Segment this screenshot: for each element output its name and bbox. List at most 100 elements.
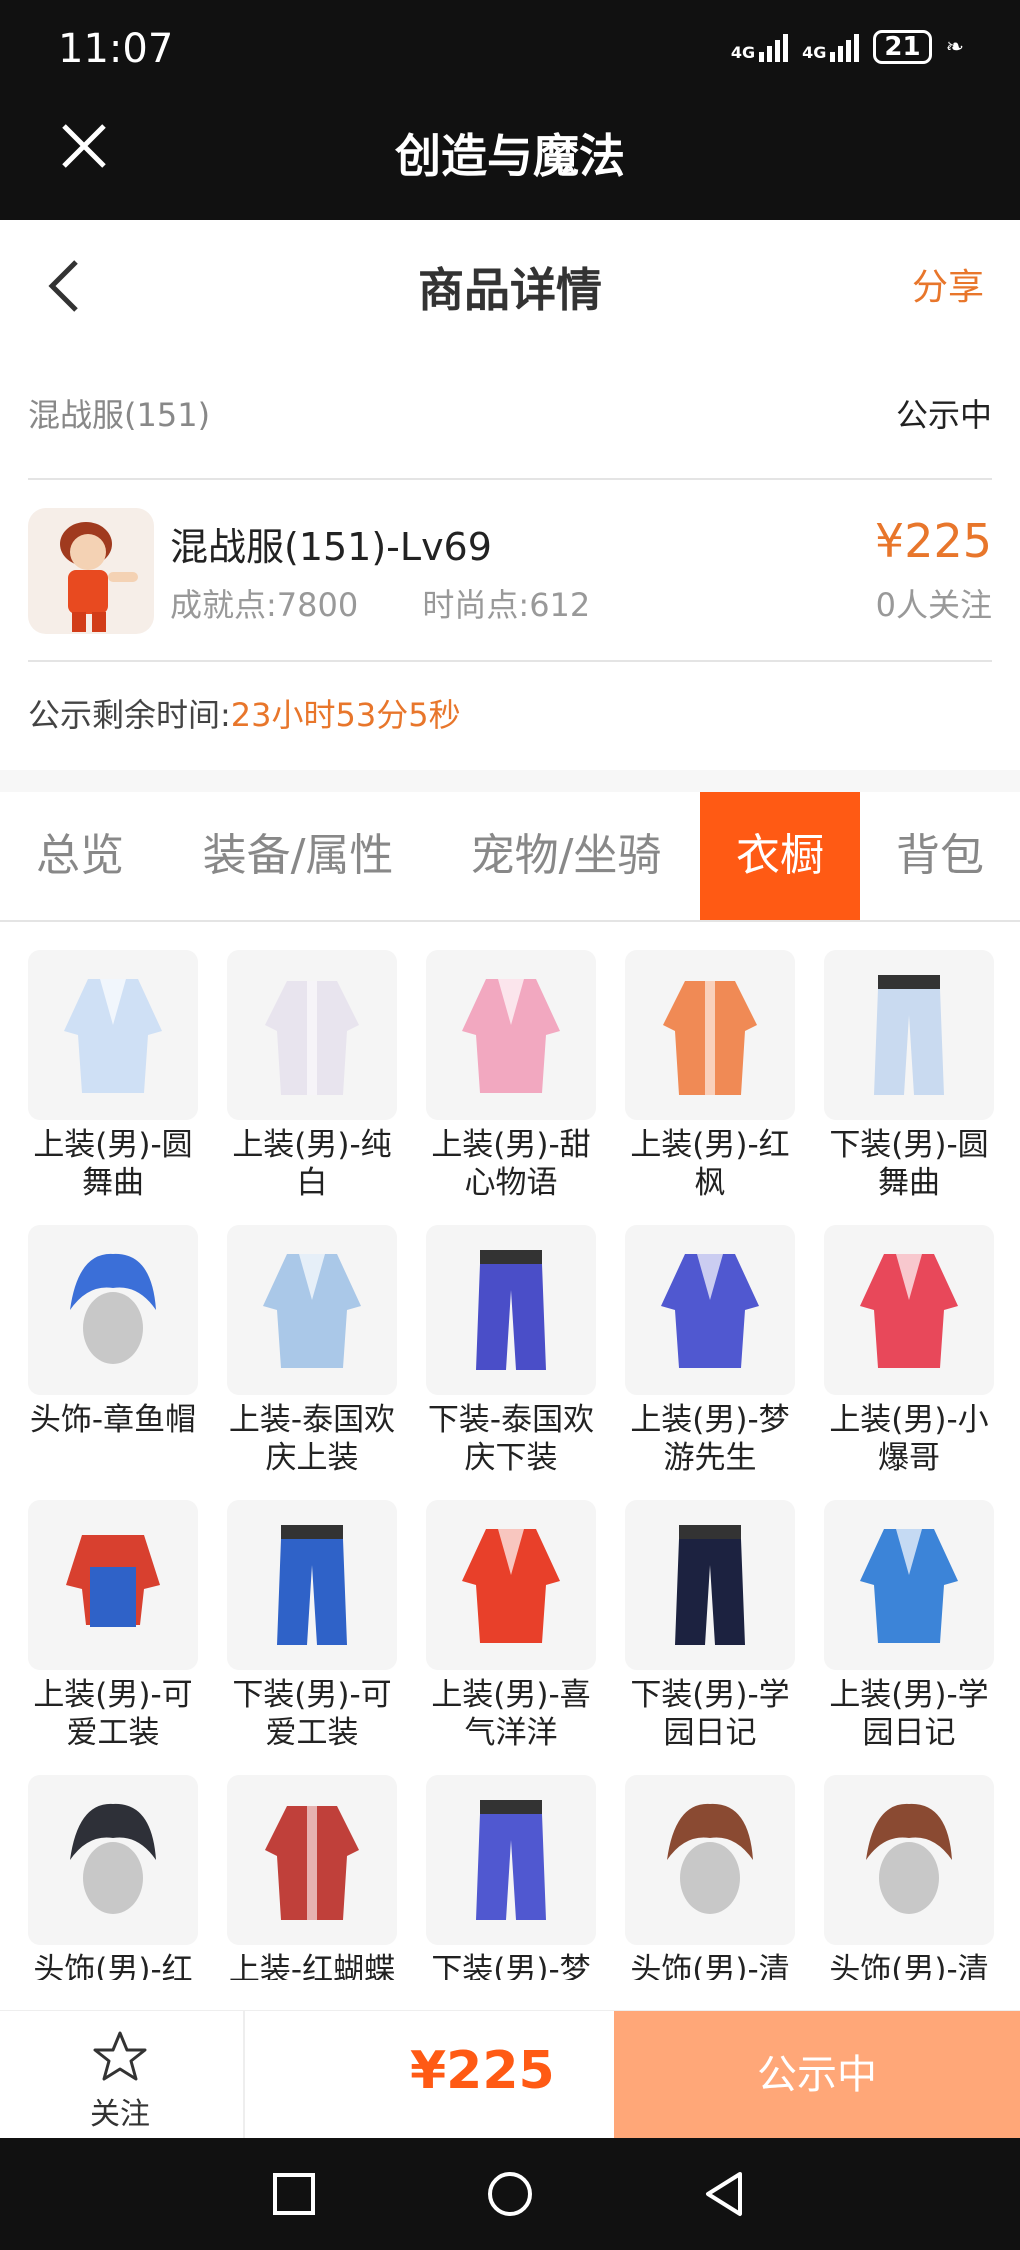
countdown-value: 23小时53分5秒 xyxy=(230,696,461,734)
hat-icon xyxy=(28,1225,198,1395)
character-avatar xyxy=(28,508,154,634)
countdown-label: 公示剩余时间: xyxy=(28,696,231,734)
jacket-icon xyxy=(227,1225,397,1395)
item-points: 成就点:7800 时尚点:612 xyxy=(170,580,644,626)
wardrobe-item-label: 下装(男)-梦游先生 xyxy=(431,1952,591,1980)
tab-overview[interactable]: 总览 xyxy=(20,792,140,920)
wardrobe-item-label: 头饰(男)-清新短发 xyxy=(829,1952,989,1980)
page-header: 商品详情 分享 xyxy=(0,220,1020,350)
coat-icon xyxy=(227,950,397,1120)
hair-icon xyxy=(824,1775,994,1945)
pants-icon xyxy=(625,1500,795,1670)
follow-button[interactable]: 关注 xyxy=(60,2029,180,2133)
wardrobe-item[interactable]: 上装(男)-甜心物语 xyxy=(426,950,596,1202)
wardrobe-item[interactable]: 上装(男)-红枫 xyxy=(625,950,795,1202)
wardrobe-item-label: 上装(男)-红枫 xyxy=(630,1127,790,1201)
wardrobe-item[interactable]: 上装(男)-梦游先生 xyxy=(625,1225,795,1477)
wardrobe-item[interactable]: 上装(男)-学园日记 xyxy=(824,1500,994,1752)
page-title: 商品详情 xyxy=(418,263,602,317)
tab-pets-mounts[interactable]: 宠物/坐骑 xyxy=(456,792,676,920)
wardrobe-item-label: 头饰(男)-清新短发 xyxy=(630,1952,790,1980)
wardrobe-item-label: 上装(男)-可爱工装 xyxy=(33,1677,193,1751)
wardrobe-item-label: 上装(男)-甜心物语 xyxy=(431,1127,591,1201)
wardrobe-item-label: 下装-泰国欢庆下装 xyxy=(427,1402,595,1476)
server-row: 混战服(151) 公示中 xyxy=(28,360,992,480)
achievement-points: 成就点:7800 xyxy=(170,586,359,624)
wardrobe-item-label: 上装(男)-圆舞曲 xyxy=(33,1127,193,1201)
wardrobe-item[interactable]: 上装(男)-可爱工装 xyxy=(28,1500,198,1752)
wardrobe-item-label: 上装-红蝴蝶衣 xyxy=(228,1952,396,1980)
listing-status: 公示中 xyxy=(895,396,992,434)
wardrobe-item[interactable]: 头饰(男)-清新短发 xyxy=(824,1775,994,1980)
pants-icon xyxy=(426,1775,596,1945)
hair-icon xyxy=(625,1775,795,1945)
wardrobe-item-label: 下装(男)-学园日记 xyxy=(630,1677,790,1751)
wardrobe-item[interactable]: 下装(男)-梦游先生 xyxy=(426,1775,596,1980)
status-button[interactable]: 公示中 xyxy=(614,2011,1020,2139)
pants-icon xyxy=(824,950,994,1120)
home-icon[interactable] xyxy=(486,2170,534,2218)
wardrobe-item[interactable]: 上装(男)-纯白 xyxy=(227,950,397,1202)
network-type-label: 4G xyxy=(730,43,756,62)
wardrobe-item[interactable]: 下装(男)-圆舞曲 xyxy=(824,950,994,1202)
fashion-points: 时尚点:612 xyxy=(422,586,591,624)
overalls-icon xyxy=(28,1500,198,1670)
coat-icon xyxy=(227,1775,397,1945)
wardrobe-item[interactable]: 下装(男)-可爱工装 xyxy=(227,1500,397,1752)
wardrobe-item-label: 上装-泰国欢庆上装 xyxy=(228,1402,396,1476)
wardrobe-item[interactable]: 头饰(男)-红枫 xyxy=(28,1775,198,1980)
network-type-label: 4G xyxy=(802,43,827,62)
pants-icon xyxy=(227,1500,397,1670)
pajama-icon xyxy=(625,1225,795,1395)
wardrobe-item[interactable]: 下装-泰国欢庆下装 xyxy=(426,1225,596,1477)
pants-icon xyxy=(426,1225,596,1395)
jacket-icon xyxy=(426,1500,596,1670)
recent-apps-icon[interactable] xyxy=(272,2172,316,2216)
battery-icon: 21 xyxy=(873,30,932,64)
countdown: 公示剩余时间:23小时53分5秒 xyxy=(28,690,461,736)
wardrobe-item[interactable]: 上装-红蝴蝶衣 xyxy=(227,1775,397,1980)
signal-icon: 4G xyxy=(802,32,860,62)
wardrobe-item-label: 上装(男)-梦游先生 xyxy=(630,1402,790,1476)
wardrobe-item[interactable]: 头饰(男)-清新短发 xyxy=(625,1775,795,1980)
app-bar: 创造与魔法 xyxy=(0,100,1020,220)
wardrobe-item[interactable]: 上装(男)-圆舞曲 xyxy=(28,950,198,1202)
tab-equipment[interactable]: 装备/属性 xyxy=(188,792,408,920)
wardrobe-item-label: 上装(男)-喜气洋洋 xyxy=(431,1677,591,1751)
server-name: 混战服(151) xyxy=(28,396,211,434)
wardrobe-item[interactable]: 下装(男)-学园日记 xyxy=(625,1500,795,1752)
wardrobe-item-label: 下装(男)-可爱工装 xyxy=(232,1677,392,1751)
wardrobe-item-label: 头饰(男)-红枫 xyxy=(33,1952,193,1980)
divider xyxy=(243,2011,245,2139)
wardrobe-item-label: 头饰-章鱼帽 xyxy=(29,1402,197,1438)
robe-icon xyxy=(625,950,795,1120)
follow-label: 关注 xyxy=(90,2097,150,2132)
bottom-price: ¥225 xyxy=(410,2041,555,2101)
share-button[interactable]: 分享 xyxy=(912,258,984,310)
wardrobe-item-label: 下装(男)-圆舞曲 xyxy=(829,1127,989,1201)
tab-backpack[interactable]: 背包 xyxy=(880,792,1000,920)
clock: 11:07 xyxy=(58,26,174,72)
signal-icon: 4G xyxy=(730,32,789,62)
bottom-bar: 关注 ¥225 公示中 xyxy=(0,2010,1020,2139)
tab-bar: 总览 装备/属性 宠物/坐骑 衣橱 背包 xyxy=(0,792,1020,922)
hair-icon xyxy=(28,1775,198,1945)
back-icon[interactable] xyxy=(702,2170,746,2218)
system-nav-bar xyxy=(0,2138,1020,2250)
tab-wardrobe[interactable]: 衣橱 xyxy=(700,792,860,920)
section-divider xyxy=(0,770,1020,792)
jacket-icon xyxy=(28,950,198,1120)
status-bar: 11:07 4G 4G 21 ❧ xyxy=(0,0,1020,100)
wardrobe-item[interactable]: 上装(男)-喜气洋洋 xyxy=(426,1500,596,1752)
star-icon xyxy=(93,2031,147,2081)
wardrobe-item-label: 上装(男)-学园日记 xyxy=(829,1677,989,1751)
status-icons: 4G 4G 21 ❧ xyxy=(731,30,964,64)
hoodie-icon xyxy=(824,1225,994,1395)
wardrobe-item[interactable]: 上装-泰国欢庆上装 xyxy=(227,1225,397,1477)
wardrobe-item-label: 上装(男)-纯白 xyxy=(232,1127,392,1201)
item-name: 混战服(151)-Lv69 xyxy=(170,525,492,569)
wardrobe-item[interactable]: 上装(男)-小爆哥 xyxy=(824,1225,994,1477)
jacket-icon xyxy=(824,1500,994,1670)
jacket-icon xyxy=(426,950,596,1120)
wardrobe-item[interactable]: 头饰-章鱼帽 xyxy=(28,1225,198,1439)
